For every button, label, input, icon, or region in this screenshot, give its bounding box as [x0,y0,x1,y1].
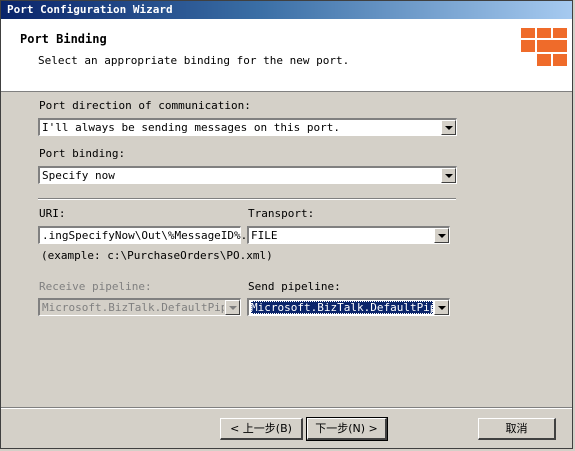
chevron-down-icon [438,306,446,310]
cancel-button[interactable]: 取消 [478,418,556,440]
wizard-window: Port Configuration Wizard Port Binding S… [0,0,573,449]
wizard-logo-icon [521,28,567,66]
footer-divider [1,407,572,409]
binding-label: Port binding: [39,147,126,160]
receive-pipeline-combobox: Microsoft.BizTalk.DefaultPipeli [38,298,241,316]
receive-pipeline-dropdown-button [225,300,240,315]
next-button[interactable]: 下一步(N) > [306,417,388,441]
direction-label: Port direction of communication: [39,99,251,112]
uri-example: (example: c:\PurchaseOrders\PO.xml) [41,249,273,262]
direction-dropdown-button[interactable] [441,120,456,135]
send-pipeline-label: Send pipeline: [248,280,341,293]
binding-dropdown-button[interactable] [441,168,456,183]
transport-dropdown-button[interactable] [434,228,449,243]
page-title: Port Binding [20,32,107,46]
chevron-down-icon [445,126,453,130]
chevron-down-icon [438,234,446,238]
direction-value: I'll always be sending messages on this … [42,121,341,134]
transport-combobox[interactable]: FILE [247,226,450,244]
direction-combobox[interactable]: I'll always be sending messages on this … [38,118,457,136]
send-pipeline-value: Microsoft.BizTalk.DefaultPipeli [251,301,433,314]
send-pipeline-dropdown-button[interactable] [434,300,449,315]
binding-value: Specify now [42,169,115,182]
wizard-header: Port Binding Select an appropriate bindi… [1,19,572,92]
page-subtitle: Select an appropriate binding for the ne… [38,54,350,67]
divider [38,198,456,200]
chevron-down-icon [229,306,237,310]
title-bar: Port Configuration Wizard [1,1,572,19]
uri-label: URI: [39,207,66,220]
uri-value: .ingSpecifyNow\Out\%MessageID%.xml [42,229,268,242]
receive-pipeline-label: Receive pipeline: [39,280,152,293]
binding-combobox[interactable]: Specify now [38,166,457,184]
send-pipeline-combobox[interactable]: Microsoft.BizTalk.DefaultPipeli [247,298,450,316]
uri-input[interactable]: .ingSpecifyNow\Out\%MessageID%.xml [38,226,267,244]
receive-pipeline-value: Microsoft.BizTalk.DefaultPipeli [42,301,224,314]
chevron-down-icon [445,174,453,178]
back-button[interactable]: < 上一步(B) [220,418,303,440]
transport-value: FILE [251,229,278,242]
transport-label: Transport: [248,207,315,220]
